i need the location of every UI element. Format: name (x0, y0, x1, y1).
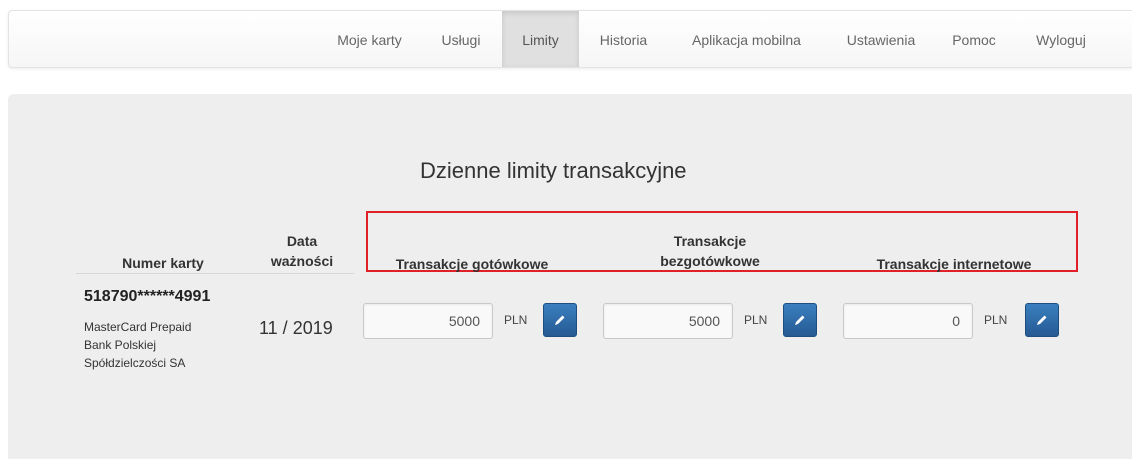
internet-limit-input[interactable] (843, 303, 973, 339)
page-title: Dzienne limity transakcyjne (420, 158, 687, 183)
cash-limit-edit-button[interactable] (543, 303, 577, 337)
cash-limit-input[interactable] (363, 303, 493, 339)
header-expiry-line1: Data (286, 233, 318, 249)
internet-limit-edit-button[interactable] (1025, 303, 1059, 337)
nav-item-limity[interactable]: Limity (502, 11, 579, 67)
header-cash-transactions: Transakcje gotówkowe (395, 256, 549, 272)
card-expiry: 11 / 2019 (259, 318, 333, 338)
card-desc-line: Spółdzielczości SA (84, 356, 186, 370)
nav-item-ustawienia[interactable]: Ustawienia (835, 11, 927, 67)
nav-item-aplikacja-mobilna[interactable]: Aplikacja mobilna (674, 11, 819, 67)
card-number: 518790******4991 (84, 288, 211, 305)
pencil-icon (553, 313, 567, 327)
pencil-icon (793, 313, 807, 327)
header-expiry: Data ważności (250, 231, 354, 271)
card-desc-line: Bank Polskiej (84, 338, 157, 352)
internet-limit-currency: PLN (984, 313, 1008, 327)
header-cashless-transactions: Transakcje bezgotówkowe (610, 231, 810, 271)
nav-item-wyloguj[interactable]: Wyloguj (1019, 11, 1103, 67)
limits-panel (8, 94, 1132, 459)
nav-item-historia[interactable]: Historia (587, 11, 660, 67)
nav-item-pomoc[interactable]: Pomoc (938, 11, 1010, 67)
nav-item-uslugi[interactable]: Usługi (429, 11, 493, 67)
header-expiry-line2: ważności (270, 253, 334, 269)
header-card-number: Numer karty (122, 255, 204, 271)
header-divider (76, 273, 354, 274)
cashless-limit-input[interactable] (603, 303, 733, 339)
header-cashless-line2: bezgotówkowe (660, 253, 760, 269)
top-navbar: Moje karty Usługi Limity Historia Aplika… (8, 10, 1132, 68)
card-desc-line: MasterCard Prepaid (84, 320, 192, 334)
header-cashless-line1: Transakcje (673, 233, 747, 249)
cashless-limit-currency: PLN (744, 313, 768, 327)
cash-limit-currency: PLN (504, 313, 528, 327)
card-description: MasterCard Prepaid Bank Polskiej Spółdzi… (84, 318, 244, 372)
nav-item-moje-karty[interactable]: Moje karty (319, 11, 420, 67)
cashless-limit-edit-button[interactable] (783, 303, 817, 337)
header-internet-transactions: Transakcje internetowe (876, 256, 1032, 272)
pencil-icon (1035, 313, 1049, 327)
